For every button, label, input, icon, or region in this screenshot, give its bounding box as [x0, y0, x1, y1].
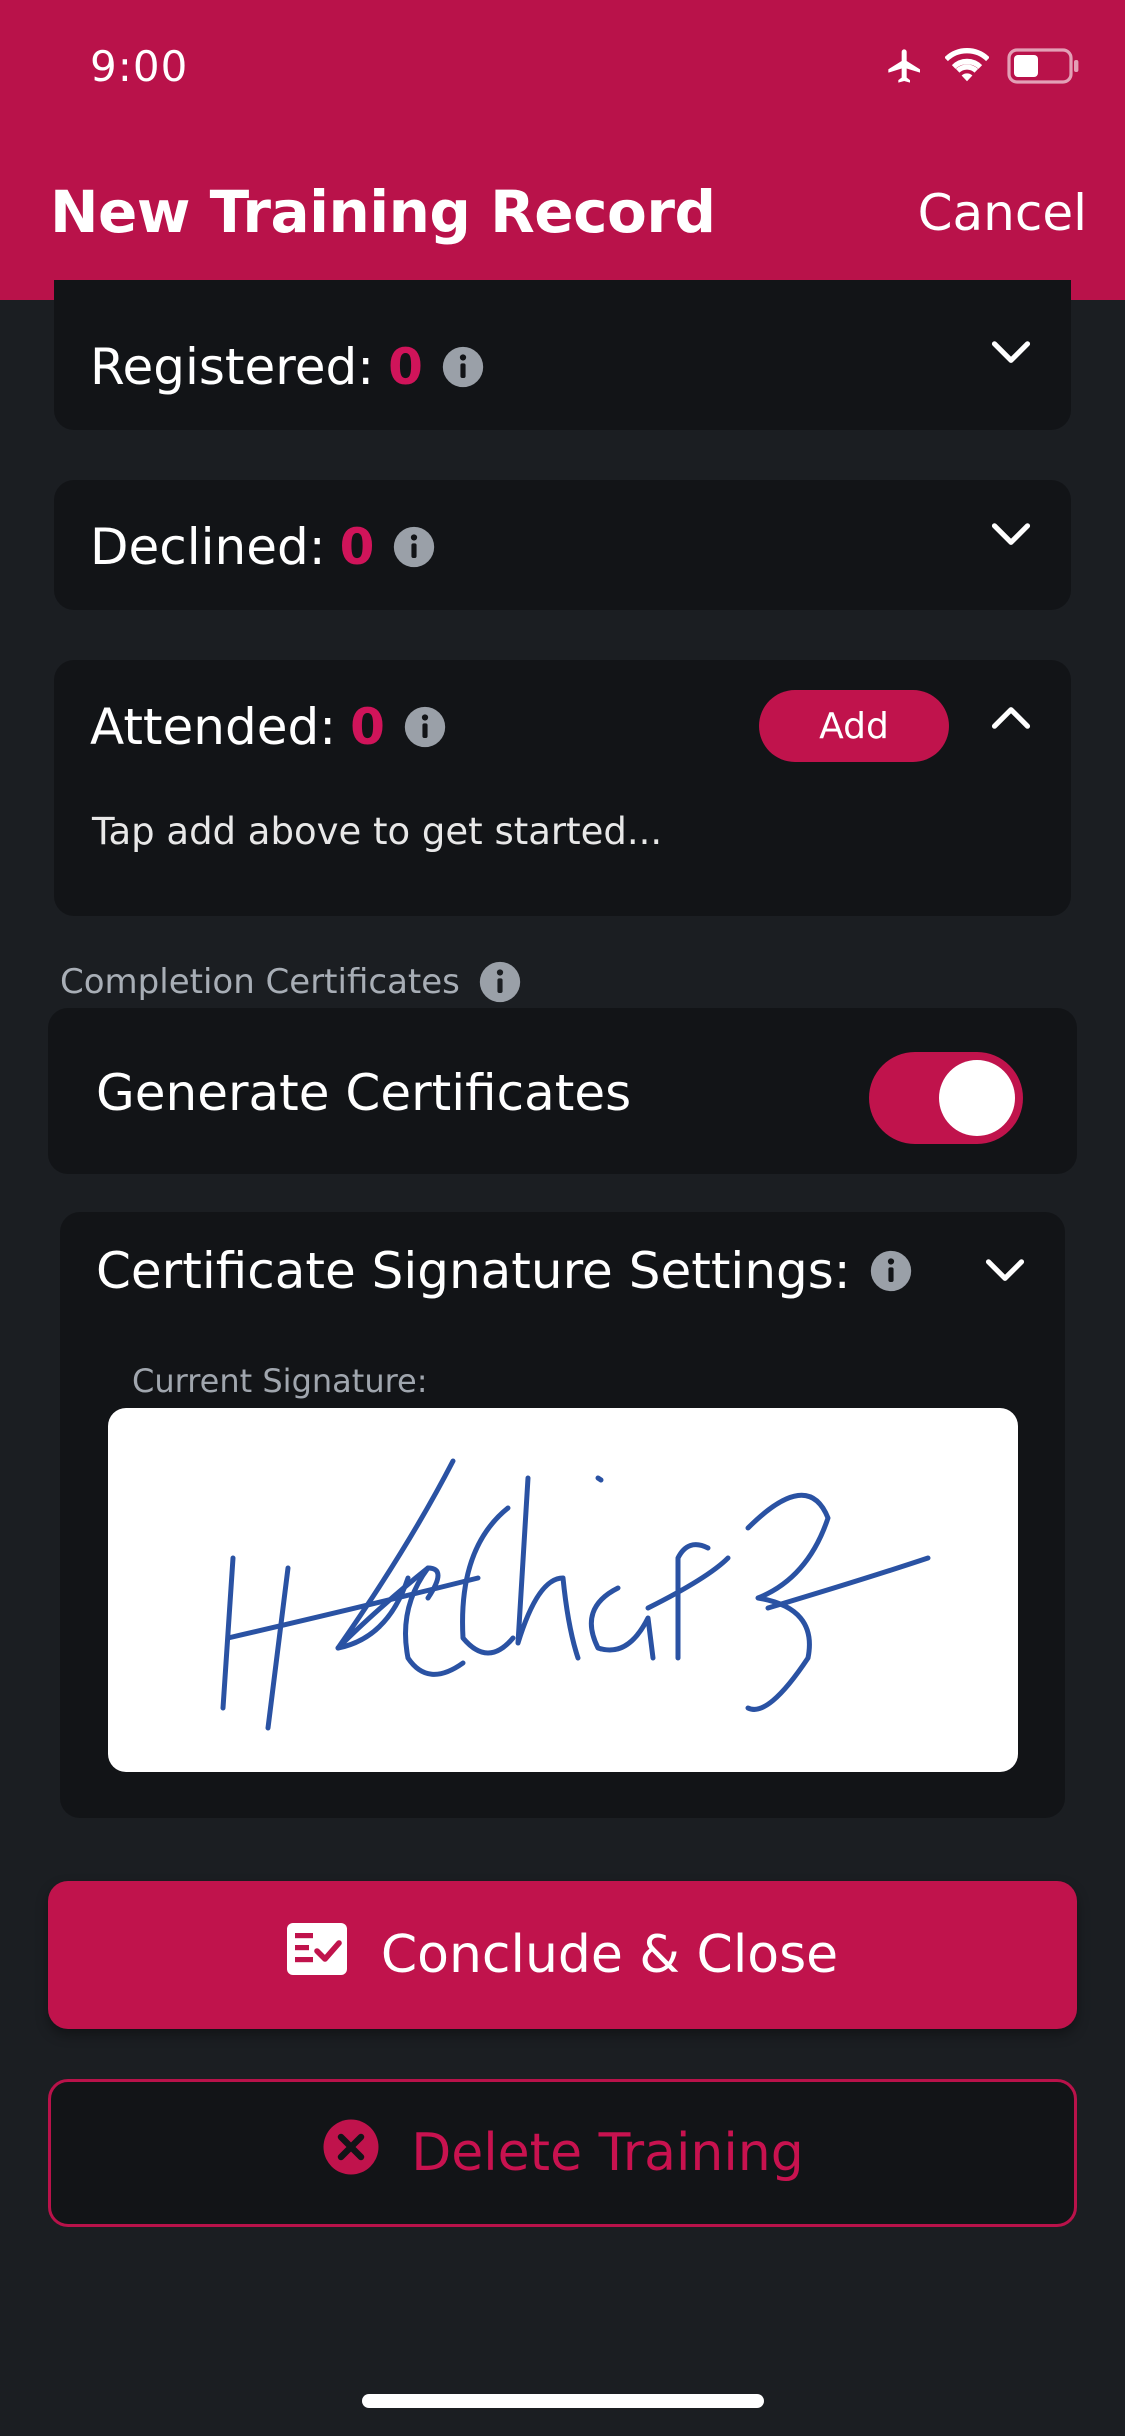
- declined-count: 0: [339, 518, 375, 576]
- chevron-down-icon[interactable]: [983, 1256, 1027, 1290]
- registered-count: 0: [388, 338, 423, 396]
- signature-settings-label: Certificate Signature Settings:: [96, 1242, 851, 1300]
- conclude-close-label: Conclude & Close: [380, 1925, 839, 1985]
- registered-label: Registered:: [90, 338, 375, 396]
- attended-card: Attended: 0 Add Tap add above to get sta…: [54, 660, 1071, 916]
- status-time: 9:00: [90, 42, 189, 91]
- declined-card[interactable]: Declined: 0: [54, 480, 1071, 610]
- attended-header: Attended: 0: [90, 698, 447, 756]
- chevron-up-icon[interactable]: [989, 702, 1033, 736]
- cancel-button[interactable]: Cancel: [918, 184, 1087, 242]
- declined-header: Declined: 0: [90, 518, 436, 576]
- toggle-knob: [939, 1060, 1015, 1136]
- attended-label: Attended:: [90, 698, 337, 756]
- completion-certificates-label: Completion Certificates: [60, 960, 522, 1004]
- chevron-down-icon[interactable]: [989, 338, 1033, 372]
- airplane-icon: [883, 46, 927, 90]
- registered-header: Registered: 0: [90, 338, 485, 396]
- info-icon[interactable]: [441, 345, 485, 389]
- attended-count: 0: [350, 698, 385, 756]
- home-indicator[interactable]: [362, 2394, 764, 2408]
- signature-drawing: [220, 1458, 931, 1731]
- checklist-icon: [286, 1922, 347, 1988]
- chevron-down-icon[interactable]: [989, 520, 1033, 554]
- delete-training-label: Delete Training: [411, 2123, 804, 2183]
- generate-certificates-label: Generate Certificates: [96, 1064, 632, 1122]
- signature-settings-header: Certificate Signature Settings:: [96, 1242, 913, 1300]
- info-icon[interactable]: [478, 960, 522, 1004]
- status-icons: [883, 46, 1081, 90]
- declined-label: Declined:: [90, 518, 326, 576]
- add-attendee-button[interactable]: Add: [759, 690, 949, 762]
- registered-card[interactable]: Registered: 0: [54, 280, 1071, 430]
- page-title: New Training Record: [50, 178, 716, 246]
- battery-icon: [1007, 48, 1081, 88]
- completion-certificates-text: Completion Certificates: [60, 962, 460, 1002]
- info-icon[interactable]: [392, 525, 436, 569]
- generate-certificates-toggle[interactable]: [869, 1052, 1023, 1144]
- generate-certificates-card: Generate Certificates: [48, 1008, 1077, 1174]
- close-circle-icon: [321, 2117, 381, 2190]
- attended-empty-hint: Tap add above to get started...: [92, 810, 663, 853]
- delete-training-button[interactable]: Delete Training: [48, 2079, 1077, 2227]
- wifi-icon: [944, 48, 990, 88]
- signature-image: [108, 1408, 1018, 1772]
- current-signature-label: Current Signature:: [132, 1362, 428, 1400]
- conclude-close-button[interactable]: Conclude & Close: [48, 1881, 1077, 2029]
- info-icon[interactable]: [869, 1249, 913, 1293]
- info-icon[interactable]: [403, 705, 447, 749]
- app-header: 9:00 New Training Record Cancel: [0, 0, 1125, 300]
